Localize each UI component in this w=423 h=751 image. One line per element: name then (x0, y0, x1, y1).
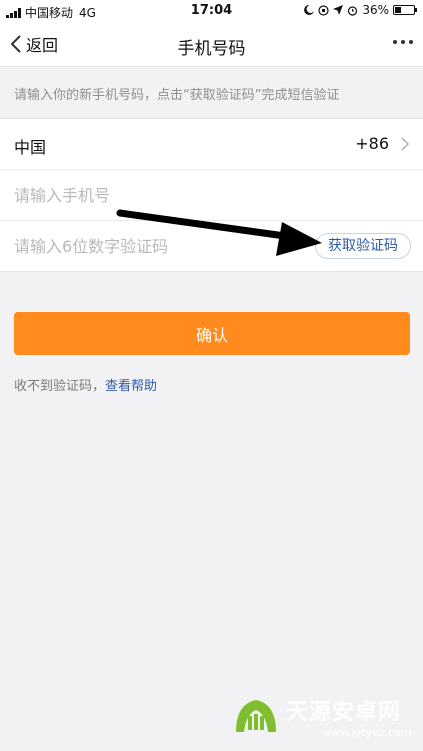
phone-form: 中国 +86 获取验证码 (0, 118, 423, 272)
orientation-lock-icon (318, 4, 329, 16)
more-dot-icon (409, 40, 413, 44)
more-dot-icon (401, 40, 405, 44)
get-code-button[interactable]: 获取验证码 (315, 233, 411, 259)
battery-percent: 36% (362, 3, 389, 17)
more-dot-icon (393, 40, 397, 44)
help-link[interactable]: 查看帮助 (105, 379, 157, 394)
chevron-right-icon (401, 137, 409, 151)
alarm-icon (348, 5, 358, 16)
watermark-name: 天源安卓网 (286, 700, 402, 725)
confirm-button[interactable]: 确认 (14, 312, 410, 355)
status-right: 36% (304, 3, 417, 17)
instruction-text: 请输入你的新手机号码，点击“获取验证码”完成短信验证 (14, 88, 340, 103)
country-selector[interactable]: 中国 +86 (0, 119, 423, 170)
phone-input[interactable] (14, 170, 294, 220)
battery-icon (393, 5, 417, 15)
code-row: 获取验证码 (0, 221, 423, 271)
more-button[interactable] (393, 40, 413, 44)
country-label: 中国 (14, 138, 47, 157)
location-icon (333, 5, 344, 15)
moon-icon (304, 5, 315, 15)
help-line: 收不到验证码，查看帮助 (14, 375, 157, 394)
status-bar: 中国移动 4G 17:04 36% (0, 0, 423, 22)
page-title: 手机号码 (177, 39, 246, 59)
watermark: 天源安卓网 www.jytyaz.com (230, 688, 420, 748)
country-code: +86 (355, 134, 389, 153)
phone-row (0, 170, 423, 221)
verification-code-input[interactable] (14, 221, 294, 271)
watermark-logo-icon (236, 700, 276, 732)
watermark-url: www.jytyaz.com (322, 726, 412, 739)
help-prefix: 收不到验证码， (14, 379, 106, 394)
battery-fill (395, 7, 402, 13)
nav-bar: 返回 手机号码 (0, 22, 423, 67)
